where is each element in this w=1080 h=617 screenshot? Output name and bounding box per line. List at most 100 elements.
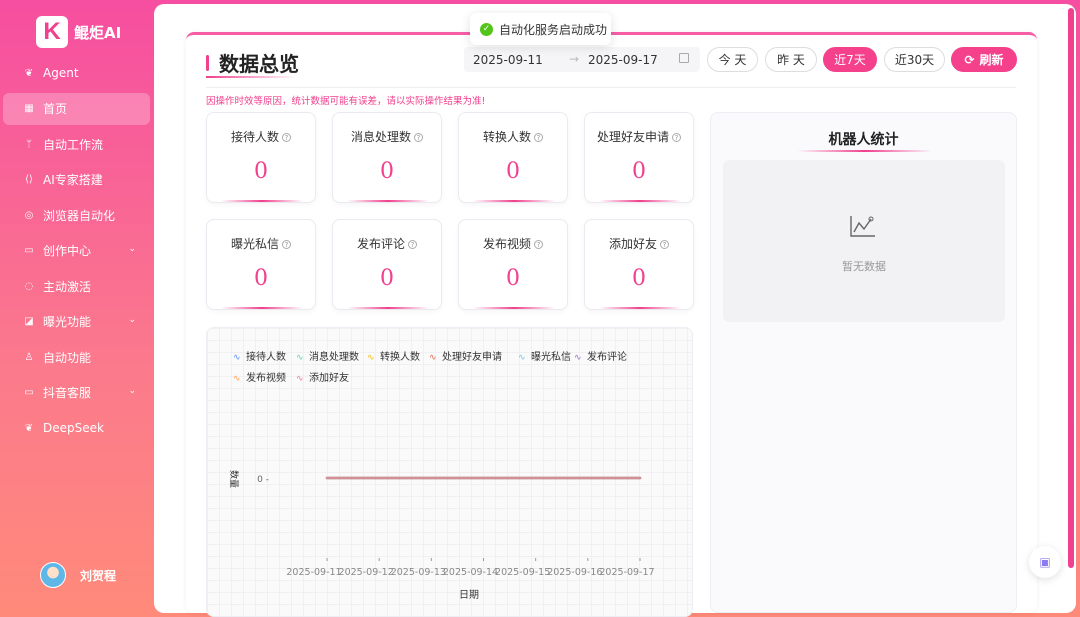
stat-accent-bar [473,200,555,202]
yesterday-button[interactable]: 昨 天 [765,47,817,72]
support-chat-button[interactable]: ▣ [1029,546,1061,578]
agent-icon: ❦ [24,67,34,79]
date-range-picker[interactable]: 2025-09-11 → 2025-09-17 [464,47,700,72]
stat-value: 0 [506,159,520,184]
sidebar-item-label: DeepSeek [43,421,104,435]
stat-accent-bar [347,307,429,309]
stat-card: 接待人数? 0 [206,112,316,203]
stat-label-text: 发布评论 [356,237,405,251]
video-icon: ▭ [24,387,34,398]
avatar[interactable] [40,562,66,588]
refresh-label: 刷新 [979,53,1004,67]
stat-accent-bar [347,200,429,202]
sidebar-item-1[interactable]: ▦ 首页 [3,92,150,125]
sidebar-item-8[interactable]: ♙ 自动功能 [3,341,150,373]
scrollbar[interactable] [1068,8,1074,568]
stat-accent-bar [599,200,681,202]
stat-label: 消息处理数? [333,128,441,145]
stat-label: 发布评论? [333,235,441,252]
legend-item: 转换人数 [380,350,420,363]
sidebar-item-7[interactable]: ◪ 曝光功能 ⌄ [3,306,150,338]
x-tick-label: 2025-09-12 [339,567,394,578]
last-30-days-button[interactable]: 近30天 [884,47,945,72]
stat-label-text: 曝光私信 [230,237,279,251]
calendar-icon[interactable] [679,53,689,63]
check-circle-icon: ✓ [480,22,493,36]
brand[interactable]: K 鲲炬AI [36,16,121,48]
empty-text: 暂无数据 [842,260,886,273]
code-icon: ⟨⟩ [25,174,33,185]
stat-label: 处理好友申请? [585,128,693,145]
help-icon[interactable]: ? [408,240,417,249]
stat-accent-bar [221,307,303,309]
robot-title-underline [797,150,933,152]
empty-chart-icon [850,216,875,237]
stat-card: 曝光私信? 0 [206,219,316,310]
robot-stats-title: 机器人统计 [828,132,899,148]
sidebar-item-9[interactable]: ▭ 抖音客服 ⌄ [3,377,150,409]
stat-label: 发布视频? [459,235,567,252]
sidebar-item-6[interactable]: ◌ 主动激活 [3,270,150,302]
stat-label: 添加好友? [585,235,693,252]
help-icon[interactable]: ? [414,133,423,142]
stat-label: 接待人数? [207,128,315,145]
chevron-down-icon[interactable]: ⌄ [128,315,136,325]
sidebar-item-10[interactable]: ❦ DeepSeek [3,412,150,444]
x-tick-label: 2025-09-17 [599,567,654,578]
stat-accent-bar [221,200,303,202]
last-7-days-button[interactable]: 近7天 [823,47,877,72]
sidebar-item-0[interactable]: ❦ Agent [3,57,150,89]
stat-value: 0 [380,266,394,291]
sidebar-item-3[interactable]: ⟨⟩ AI专家搭建 [3,164,150,196]
page-title: 数据总览 [219,52,299,76]
stat-label-text: 消息处理数 [350,130,411,144]
legend-item: 处理好友申请 [442,350,502,363]
help-icon[interactable]: ? [282,133,291,142]
help-icon[interactable]: ? [534,133,543,142]
chevron-down-icon[interactable]: ⌄ [128,386,136,396]
toast-success: ✓ 自动化服务启动成功 [470,13,611,45]
stat-card: 添加好友? 0 [584,219,694,310]
date-end[interactable]: 2025-09-17 [588,53,658,67]
user-profile[interactable]: 刘贺程 [40,562,116,588]
chevron-down-icon[interactable]: ⌄ [128,244,136,254]
sidebar-item-5[interactable]: ▭ 创作中心 ⌄ [3,235,150,267]
sidebar-item-2[interactable]: ᛘ 自动工作流 [3,128,150,160]
sidebar-item-4[interactable]: ◎ 浏览器自动化 [3,199,150,231]
today-button[interactable]: 今 天 [707,47,758,72]
stat-label: 转换人数? [459,128,567,145]
legend-swatch: ∿ [233,374,241,384]
page-title-bar: 数据总览 [206,48,299,77]
stat-value: 0 [506,266,520,291]
trend-chart-svg: ∿ 接待人数 ∿ 消息处理数 ∿ 转换人数 ∿ 处理好友申请 ∿ 曝光私信 ∿ 发布评论∿ 发布视频 ∿ 添… [228,350,655,601]
globe-icon: ◎ [24,209,34,221]
arrow-right-icon: → [569,52,580,66]
stat-value: 0 [632,266,646,291]
legend-item: 发布视频 [246,371,286,384]
stat-label-text: 接待人数 [230,130,279,144]
brand-name: 鲲炬AI [74,23,122,42]
branch-icon: ᛘ [26,138,32,150]
y-axis-label: 数量 [228,470,240,488]
stat-card: 处理好友申请? 0 [584,112,694,203]
legend-swatch: ∿ [518,353,526,363]
date-start[interactable]: 2025-09-11 [473,53,543,67]
robot-stats-card: 机器人统计 暂无数据 [710,112,1017,613]
monitor-icon: ▣ [1039,555,1051,569]
stat-value: 0 [632,159,646,184]
help-icon[interactable]: ? [534,240,543,249]
legend-item: 曝光私信 [531,350,571,363]
legend-swatch: ∿ [367,353,375,363]
x-tick-label: 2025-09-16 [547,567,602,578]
title-accent [206,54,209,71]
help-icon[interactable]: ? [282,240,291,249]
refresh-icon: ⟳ [964,52,975,67]
header-divider [206,87,1016,88]
help-icon[interactable]: ? [660,240,669,249]
stat-label-text: 转换人数 [482,130,531,144]
help-icon[interactable]: ? [672,133,681,142]
empty-state: 暂无数据 [723,160,1005,322]
sidebar-item-label: 浏览器自动化 [43,208,116,223]
refresh-button[interactable]: ⟳ 刷新 [951,47,1017,72]
sidebar-item-label: 首页 [43,102,68,116]
